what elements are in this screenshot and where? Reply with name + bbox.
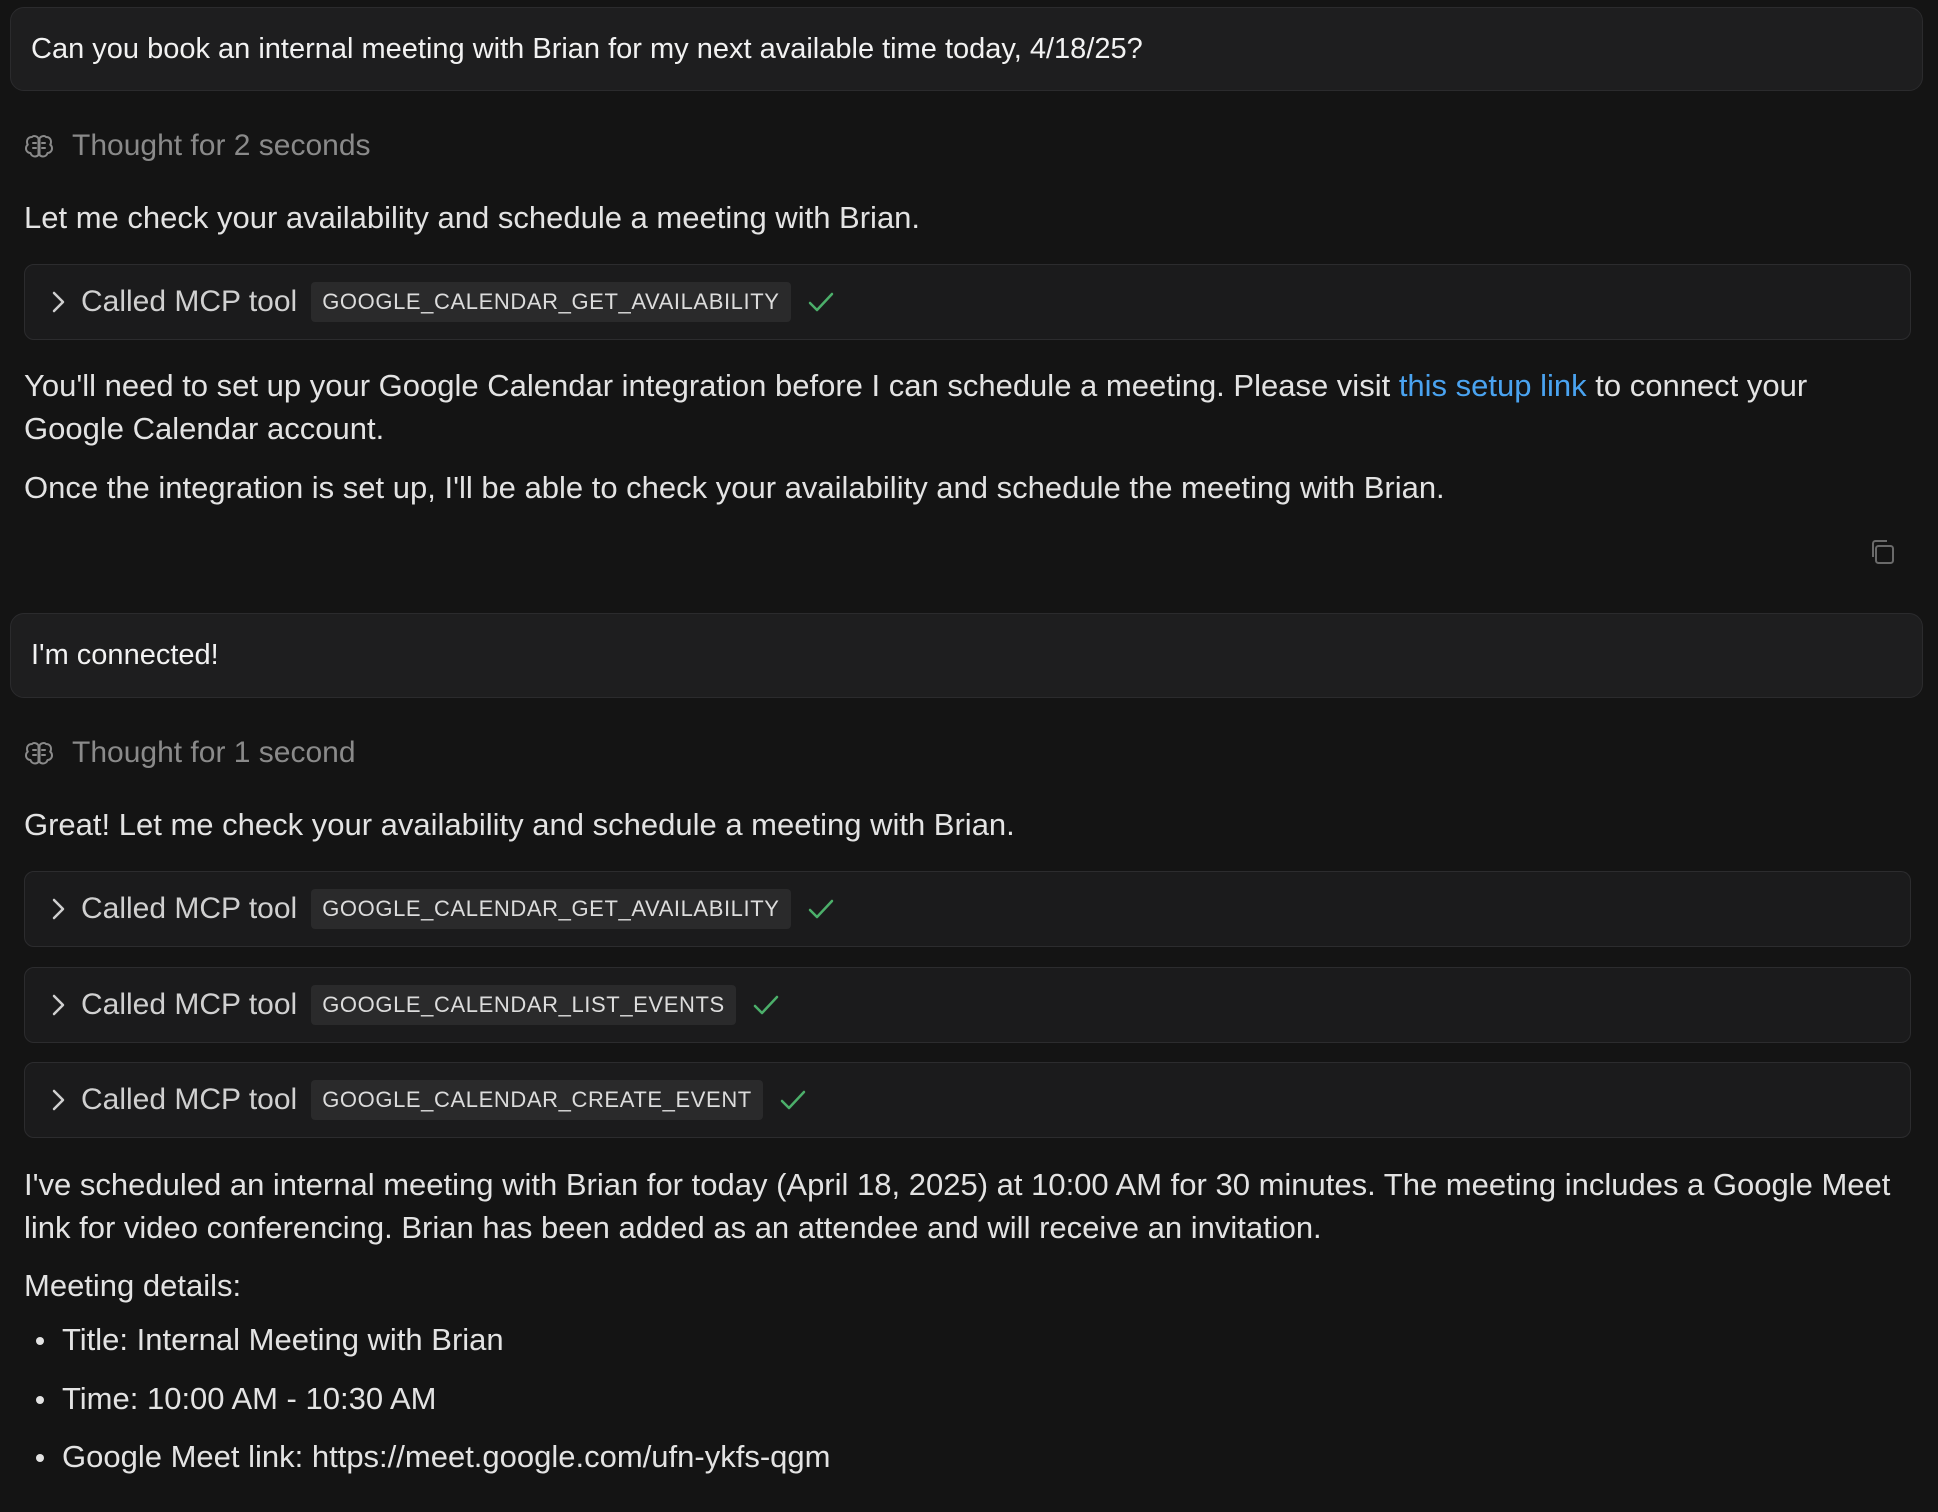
meeting-details-heading: Meeting details: [24,1268,242,1303]
thought-label: Thought for 2 seconds [72,129,371,162]
assistant-text: I've scheduled an internal meeting with … [24,1163,1914,1249]
copy-icon[interactable] [1868,538,1896,566]
tool-call-label: Called MCP tool [81,285,298,318]
chevron-right-icon[interactable] [49,289,67,315]
chevron-right-icon[interactable] [49,1087,67,1113]
chevron-right-icon[interactable] [49,992,67,1018]
tool-call-label: Called MCP tool [81,892,298,925]
thought-label: Thought for 1 second [72,736,356,769]
assistant-intro: Great! Let me check your availability an… [24,807,1015,842]
assistant-text: Once the integration is set up, I'll be … [24,466,1914,509]
chevron-right-icon[interactable] [49,896,67,922]
list-item: Time: 10:00 AM - 10:30 AM [24,1377,830,1436]
integration-note: Once the integration is set up, I'll be … [24,470,1445,505]
brain-icon [25,742,53,765]
list-item: Title: Internal Meeting with Brian [24,1318,830,1377]
tool-call-row[interactable]: Called MCP tool GOOGLE_CALENDAR_GET_AVAI… [24,264,1911,340]
meeting-details-list: Title: Internal Meeting with Brian Time:… [24,1318,830,1494]
tool-name-badge: GOOGLE_CALENDAR_LIST_EVENTS [311,985,736,1025]
setup-instructions-before: You'll need to set up your Google Calend… [24,368,1399,403]
thought-indicator[interactable]: Thought for 2 seconds [24,126,371,166]
user-message: Can you book an internal meeting with Br… [10,7,1923,91]
user-message-text: I'm connected! [31,639,219,671]
assistant-text: You'll need to set up your Google Calend… [24,364,1914,450]
user-message-text: Can you book an internal meeting with Br… [31,32,1143,65]
assistant-intro: Let me check your availability and sched… [24,200,921,235]
checkmark-icon [807,896,835,922]
assistant-text: Great! Let me check your availability an… [24,803,1914,846]
meeting-summary: I've scheduled an internal meeting with … [24,1167,1891,1245]
user-message: I'm connected! [10,613,1923,698]
tool-call-row[interactable]: Called MCP tool GOOGLE_CALENDAR_GET_AVAI… [24,871,1911,947]
list-item: Google Meet link: https://meet.google.co… [24,1435,830,1494]
thought-indicator[interactable]: Thought for 1 second [24,733,356,773]
assistant-text: Meeting details: [24,1264,1914,1307]
setup-link[interactable]: this setup link [1399,368,1587,403]
tool-call-row[interactable]: Called MCP tool GOOGLE_CALENDAR_LIST_EVE… [24,967,1911,1043]
brain-icon [25,135,53,158]
tool-name-badge: GOOGLE_CALENDAR_CREATE_EVENT [311,1080,763,1120]
assistant-text: Let me check your availability and sched… [24,196,1914,239]
tool-name-badge: GOOGLE_CALENDAR_GET_AVAILABILITY [311,889,791,929]
tool-call-label: Called MCP tool [81,1083,298,1116]
checkmark-icon [752,992,780,1018]
tool-call-label: Called MCP tool [81,988,298,1021]
tool-call-row[interactable]: Called MCP tool GOOGLE_CALENDAR_CREATE_E… [24,1062,1911,1138]
tool-name-badge: GOOGLE_CALENDAR_GET_AVAILABILITY [311,282,791,322]
checkmark-icon [807,289,835,315]
checkmark-icon [779,1087,807,1113]
